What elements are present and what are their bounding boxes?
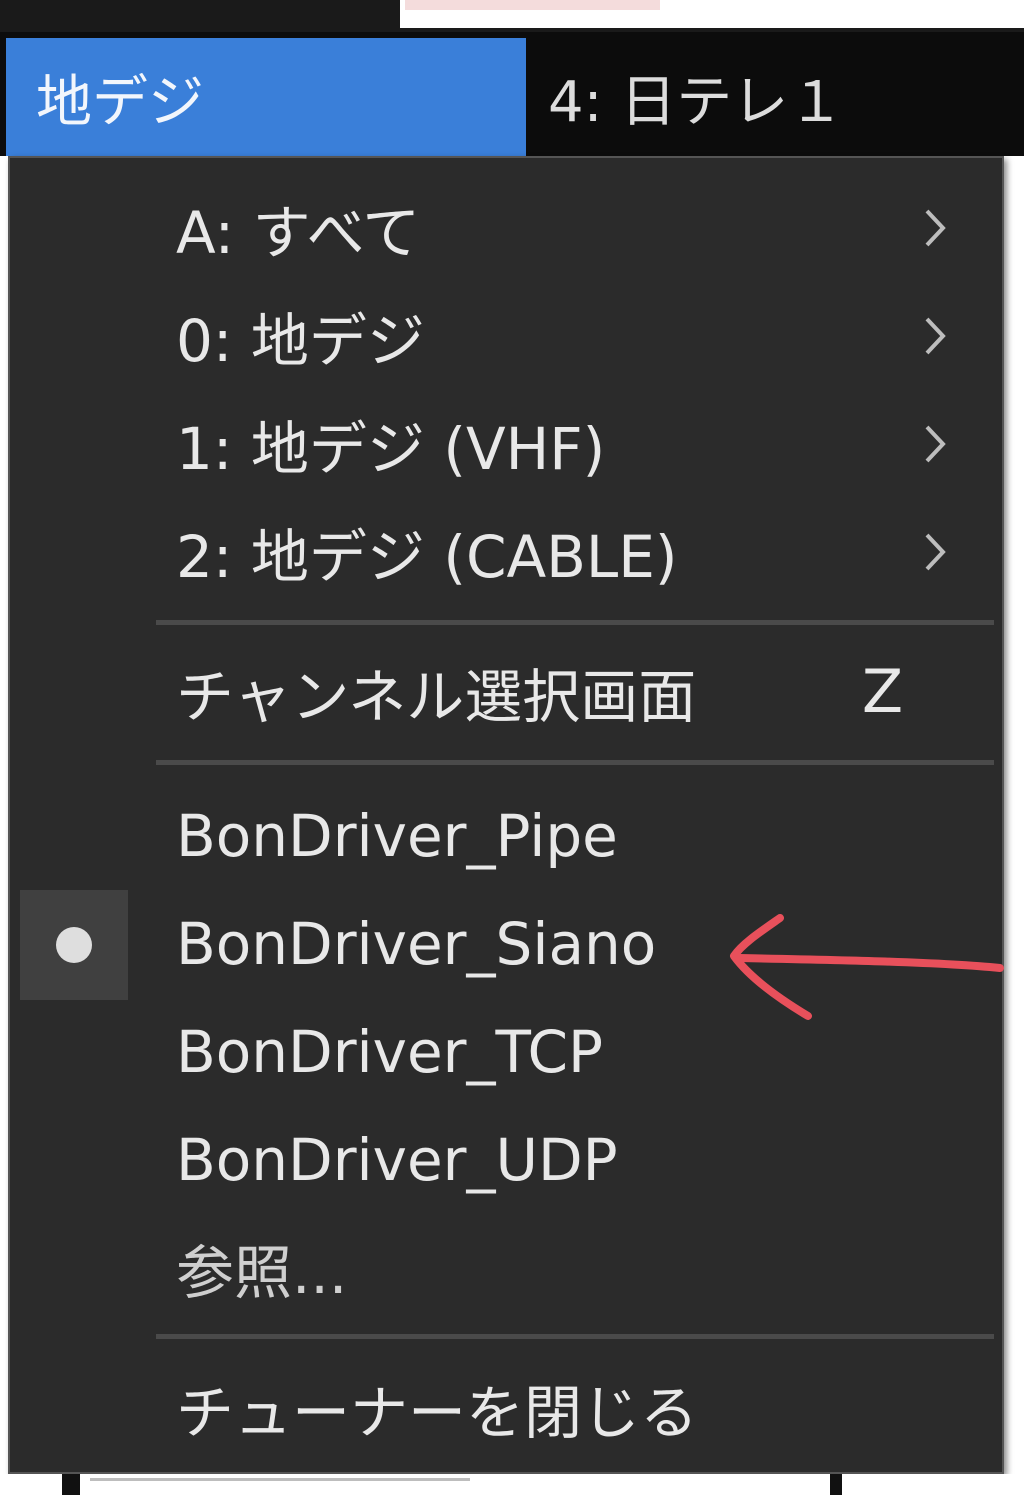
menubar-item-label: 地デジ: [36, 69, 204, 135]
menu-separator: [156, 760, 994, 765]
menubar-channel-label: 4: 日テレ１: [548, 69, 845, 135]
menu-item-label: BonDriver_TCP: [176, 1018, 604, 1086]
menu-item-label: 0: 地デジ: [176, 307, 425, 375]
menubar-item-tuning-space[interactable]: 地デジ: [6, 38, 526, 156]
menu-item-driver-pipe[interactable]: BonDriver_Pipe: [10, 782, 1002, 890]
background-mark: [62, 1474, 80, 1495]
menu-item-label: 参照...: [176, 1239, 348, 1307]
selected-indicator: [20, 890, 128, 1000]
chevron-right-icon: [915, 306, 955, 366]
menu-item-space-vhf[interactable]: 1: 地デジ (VHF): [10, 390, 1002, 498]
menu-bar: 地デジ 4: 日テレ１: [0, 32, 1024, 156]
menu-separator: [156, 1334, 994, 1339]
menu-item-label: 1: 地デジ (VHF): [176, 415, 606, 483]
menu-separator: [156, 620, 994, 625]
chevron-right-icon: [915, 522, 955, 582]
menu-item-label: 2: 地デジ (CABLE): [176, 523, 678, 591]
menu-item-label: チャンネル選択画面: [176, 663, 697, 731]
menu-item-space-terrestrial[interactable]: 0: 地デジ: [10, 282, 1002, 390]
background-dark-bar: [0, 0, 400, 28]
shortcut-key: Z: [862, 657, 904, 727]
dropdown-menu: A: すべて 0: 地デジ 1: 地デジ (VHF) 2: 地デジ (CABLE…: [8, 156, 1004, 1474]
menu-item-close-tuner[interactable]: チューナーを閉じる: [10, 1354, 1002, 1462]
background-pink-region: [405, 0, 660, 10]
menubar-item-current-channel[interactable]: 4: 日テレ１: [526, 38, 1024, 156]
menu-item-space-cable[interactable]: 2: 地デジ (CABLE): [10, 498, 1002, 606]
window-top-strip: [0, 0, 1024, 32]
menu-item-label: A: すべて: [176, 199, 421, 267]
menu-item-label: チューナーを閉じる: [176, 1379, 699, 1447]
chevron-right-icon: [915, 198, 955, 258]
chevron-right-icon: [915, 414, 955, 474]
red-arrow-icon: [730, 914, 1004, 1020]
menu-item-browse[interactable]: 参照...: [10, 1214, 1002, 1322]
menu-item-channel-select[interactable]: チャンネル選択画面 Z: [10, 638, 1002, 746]
window-bottom-edge: [0, 1474, 1024, 1495]
background-mark: [830, 1474, 842, 1495]
background-faint-line: [90, 1478, 470, 1481]
menu-item-space-all[interactable]: A: すべて: [10, 174, 1002, 282]
menu-item-label: BonDriver_Siano: [176, 910, 657, 978]
menu-item-driver-udp[interactable]: BonDriver_UDP: [10, 1106, 1002, 1214]
menu-item-label: BonDriver_UDP: [176, 1126, 618, 1194]
menu-item-label: BonDriver_Pipe: [176, 802, 618, 870]
radio-dot-icon: [56, 927, 92, 963]
